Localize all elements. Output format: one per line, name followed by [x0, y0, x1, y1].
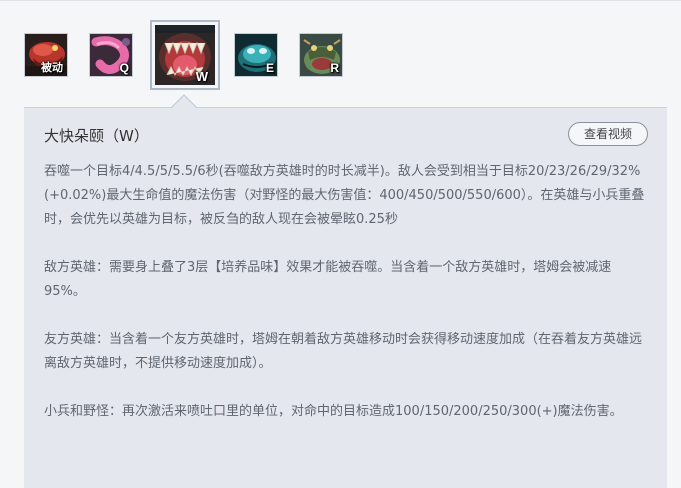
- description-paragraph: 小兵和野怪：再次激活来喷吐口里的单位，对命中的目标造成100/150/200/2…: [44, 404, 623, 419]
- skill-key-label: Q: [119, 61, 129, 75]
- skill-w-button[interactable]: W: [150, 20, 220, 90]
- description-paragraph: 友方英雄：当含着一个友方英雄时，塔姆在朝着敌方英雄移动时会获得移动速度加成（在吞…: [44, 332, 643, 371]
- skill-key-label: 被动: [41, 62, 63, 74]
- description-paragraph: 敌方英雄：需要身上叠了3层【培养品味】效果才能被吞噬。当含着一个敌方英雄时，塔姆…: [44, 260, 612, 299]
- panel-pointer-fill: [171, 96, 197, 109]
- skill-passive-button[interactable]: 被动: [24, 33, 68, 77]
- description-paragraph: 吞噬一个目标4/4.5/5/5.5/6秒(吞噬敌方英雄时的时长减半)。敌人会受到…: [44, 164, 645, 227]
- skill-icons-row: 被动 Q W E R: [0, 0, 681, 108]
- skill-r-button[interactable]: R: [299, 33, 343, 77]
- skill-key-label: R: [330, 61, 339, 75]
- skill-description: 吞噬一个目标4/4.5/5/5.5/6秒(吞噬敌方英雄时的时长减半)。敌人会受到…: [44, 160, 648, 448]
- skill-e-button[interactable]: E: [234, 33, 278, 77]
- skill-q-button[interactable]: Q: [89, 33, 133, 77]
- skill-key-label: E: [265, 61, 274, 75]
- skill-key-label: W: [195, 69, 208, 84]
- view-video-button[interactable]: 查看视频: [568, 122, 648, 146]
- skill-detail-panel: 大快朵颐（W） 查看视频 吞噬一个目标4/4.5/5/5.5/6秒(吞噬敌方英雄…: [24, 107, 667, 488]
- skill-title: 大快朵颐（W）: [44, 127, 149, 145]
